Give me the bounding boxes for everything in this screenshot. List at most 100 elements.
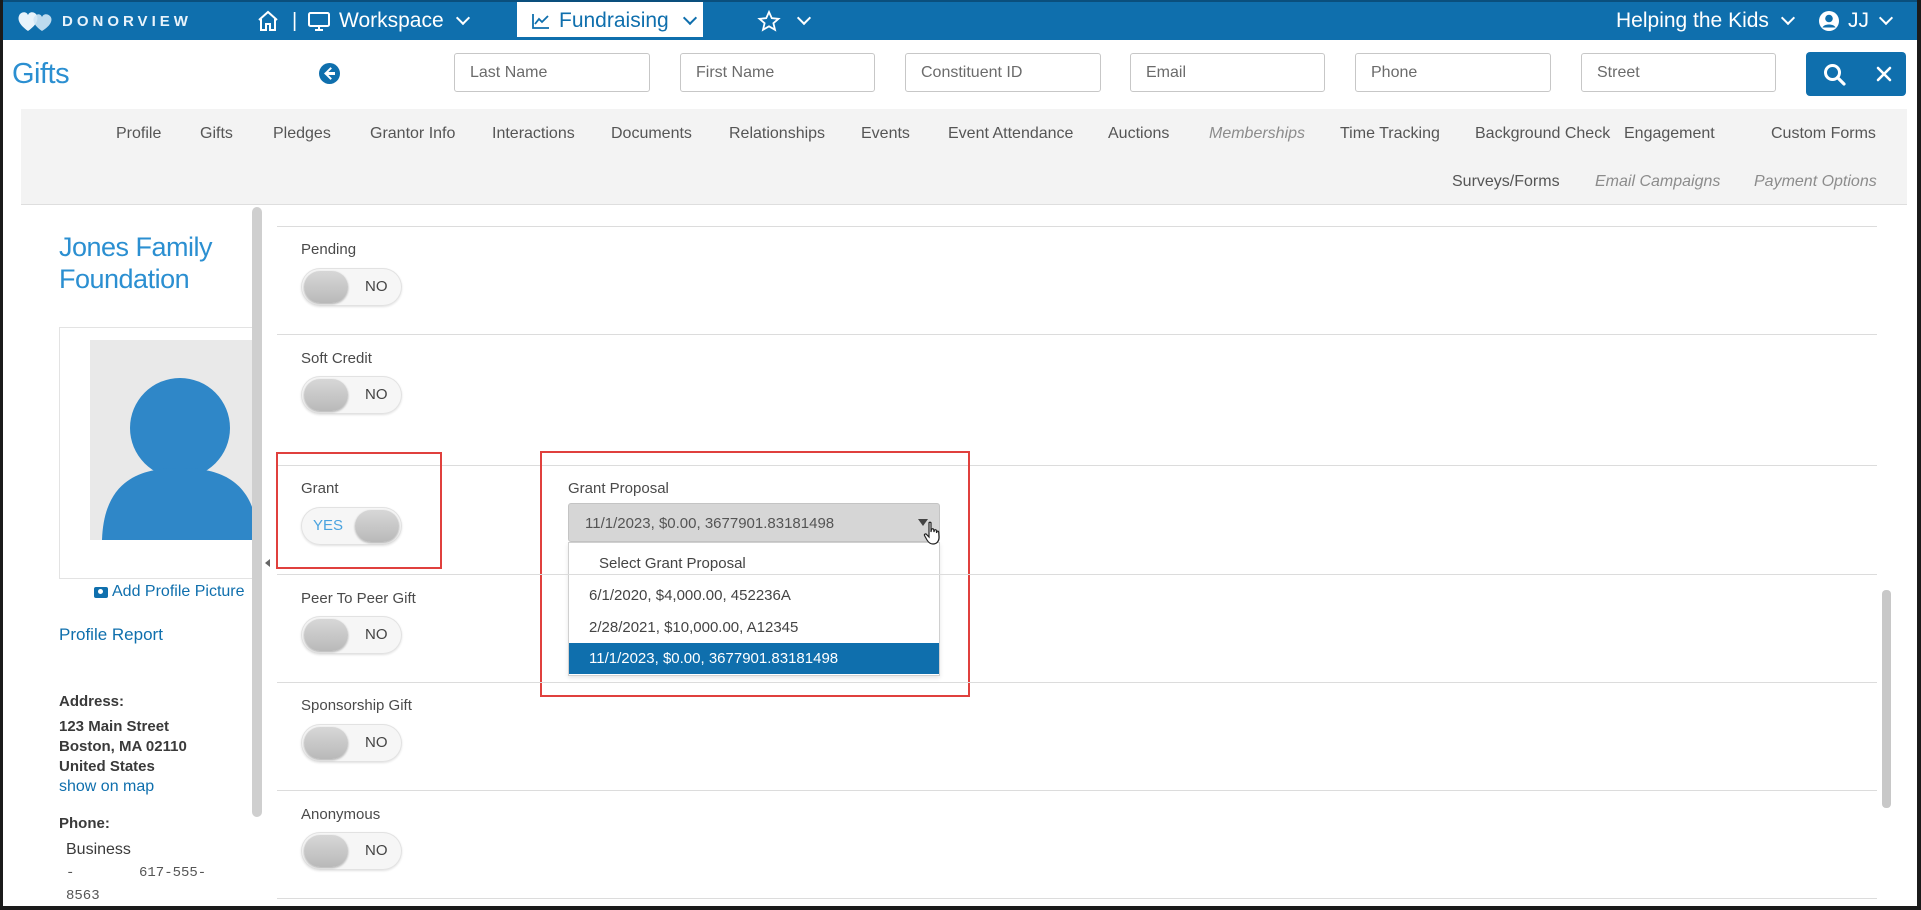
divider [277,465,1877,466]
hearts-logo-icon [18,12,52,31]
tab-grantor-info[interactable]: Grantor Info [370,125,455,143]
toggle-knob [304,271,348,303]
constituent-name: Jones Family Foundation [59,232,213,294]
email-input[interactable] [1130,53,1325,92]
nav-separator: | [292,9,298,32]
fundraising-label: Fundraising [559,9,669,32]
constituent-sidebar: Jones Family Foundation Add Profile Pict… [21,205,261,910]
window-border [1917,0,1921,910]
profile-report-link[interactable]: Profile Report [59,625,163,645]
camera-icon [94,586,108,598]
soft-credit-toggle[interactable]: NO [301,376,402,414]
profile-photo-card [59,327,260,579]
pending-toggle[interactable]: NO [301,268,402,306]
show-on-map-link[interactable]: show on map [59,778,154,796]
tab-memberships[interactable]: Memberships [1209,125,1305,143]
tab-time-tracking[interactable]: Time Tracking [1340,125,1440,143]
sponsorship-gift-toggle[interactable]: NO [301,724,402,762]
chevron-down-icon [455,10,470,26]
organization-menu[interactable]: Helping the Kids [1616,2,1796,40]
back-arrow-icon[interactable] [319,63,340,84]
toggle-knob [304,835,348,867]
user-avatar-icon [1819,11,1839,31]
home-icon [258,10,278,31]
divider [277,574,1877,575]
tab-documents[interactable]: Documents [611,125,692,143]
workspace-label: Workspace [339,9,444,32]
address-line-3: United States [59,758,155,775]
toggle-state: NO [365,734,388,751]
divider [277,334,1877,335]
workspace-menu[interactable]: Workspace [307,2,470,40]
search-icon[interactable] [1822,62,1848,88]
phone-type: Business [66,841,131,858]
home-button[interactable] [256,2,280,40]
user-initials: JJ [1848,9,1869,32]
phone-dash: - [66,865,75,881]
peer-to-peer-gift-label: Peer To Peer Gift [301,590,416,607]
toggle-knob [304,727,348,759]
trend-chart-icon [532,14,549,29]
person-silhouette-icon [102,378,258,540]
donorview-logo[interactable]: DONORVIEW [16,9,192,33]
tab-pledges[interactable]: Pledges [273,125,331,143]
page-title: Gifts [12,58,70,90]
sidebar-scrollbar[interactable] [252,207,262,817]
toggle-state: NO [365,626,388,643]
toggle-knob [304,619,348,651]
tab-gifts[interactable]: Gifts [200,125,233,143]
toggle-state: NO [365,278,388,295]
favorites-menu[interactable] [757,2,812,40]
last-name-input[interactable] [454,53,650,92]
address-line-1: 123 Main Street [59,718,170,735]
chevron-down-icon [682,10,697,26]
search-action-group [1806,52,1906,96]
chevron-down-icon [1878,10,1894,26]
close-icon[interactable] [1872,62,1896,86]
constituent-id-input[interactable] [905,53,1101,92]
user-menu[interactable]: JJ [1818,2,1894,40]
tab-email-campaigns[interactable]: Email Campaigns [1595,173,1720,191]
main-scrollbar[interactable] [1882,590,1891,808]
window-border [0,0,3,910]
tab-relationships[interactable]: Relationships [729,125,825,143]
divider [277,226,1877,227]
tab-payment-options[interactable]: Payment Options [1754,173,1877,191]
tab-profile[interactable]: Profile [116,125,161,143]
tab-background-check[interactable]: Background Check [1475,125,1610,143]
soft-credit-label: Soft Credit [301,350,372,367]
divider [277,790,1877,791]
add-profile-picture-label: Add Profile Picture [112,583,245,600]
first-name-input[interactable] [680,53,875,92]
address-label: Address: [59,693,125,710]
tab-event-attendance[interactable]: Event Attendance [948,125,1073,143]
tab-custom-forms[interactable]: Custom Forms [1771,125,1876,143]
anonymous-label: Anonymous [301,806,381,823]
phone-number-part-1: 617-555- [139,865,207,881]
grant-highlight-box [276,452,442,569]
phone-input[interactable] [1355,53,1551,92]
street-input[interactable] [1581,53,1776,92]
organization-label: Helping the Kids [1616,9,1769,32]
tab-events[interactable]: Events [861,125,910,143]
tab-surveys-forms[interactable]: Surveys/Forms [1452,173,1560,191]
logo-text: DONORVIEW [62,12,192,30]
top-navigation-bar: DONORVIEW | Workspace Fundraising Helpin… [0,0,1921,40]
phone-label: Phone: [59,815,110,832]
divider [277,898,1877,899]
star-icon [757,10,781,32]
peer-to-peer-gift-toggle[interactable]: NO [301,616,402,654]
avatar [90,340,260,540]
fundraising-menu[interactable]: Fundraising [517,2,703,40]
pending-label: Pending [301,241,357,258]
constituent-tabs: Profile Gifts Pledges Grantor Info Inter… [21,109,1907,205]
chevron-down-icon [796,10,812,26]
collapse-sidebar-icon[interactable] [265,559,270,567]
toggle-state: NO [365,386,388,403]
anonymous-toggle[interactable]: NO [301,832,402,870]
tab-auctions[interactable]: Auctions [1108,125,1169,143]
tab-interactions[interactable]: Interactions [492,125,575,143]
tab-engagement[interactable]: Engagement [1624,125,1715,143]
sponsorship-gift-label: Sponsorship Gift [301,697,412,714]
add-profile-picture-link[interactable]: Add Profile Picture [94,583,245,601]
